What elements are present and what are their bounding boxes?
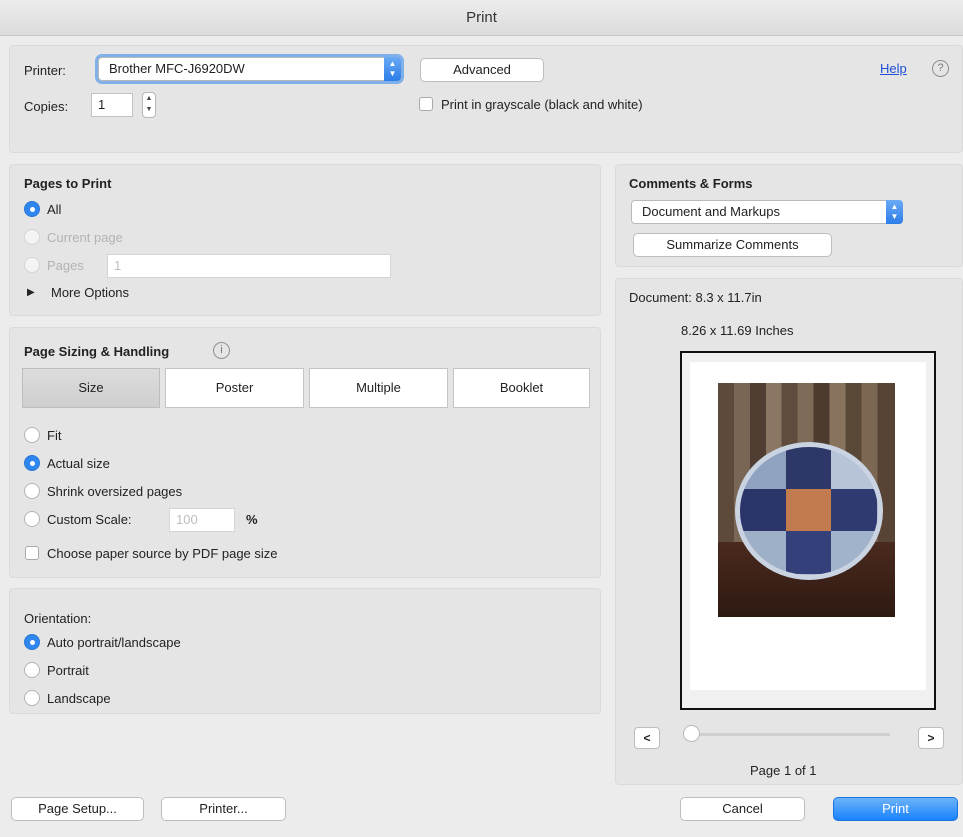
portrait-label: Portrait bbox=[47, 663, 89, 678]
print-button[interactable]: Print bbox=[833, 797, 958, 821]
actual-size-label: Actual size bbox=[47, 456, 110, 471]
disclosure-triangle-icon[interactable]: ▶ bbox=[27, 287, 35, 298]
document-size-label: Document: 8.3 x 11.7in bbox=[629, 290, 762, 305]
printer-select-value: Brother MFC-J6920DW bbox=[109, 61, 245, 76]
tab-booklet[interactable]: Booklet bbox=[453, 368, 590, 408]
orientation-title: Orientation: bbox=[24, 611, 92, 626]
pages-to-print-title: Pages to Print bbox=[24, 176, 112, 191]
comments-title: Comments & Forms bbox=[629, 176, 753, 191]
paper-source-label: Choose paper source by PDF page size bbox=[47, 546, 278, 561]
cancel-button[interactable]: Cancel bbox=[680, 797, 805, 821]
custom-scale-label: Custom Scale: bbox=[47, 512, 132, 527]
custom-scale-radio[interactable] bbox=[24, 511, 40, 527]
custom-scale-field[interactable]: 100 bbox=[169, 508, 235, 532]
comments-select[interactable]: Document and Markups ▲ ▼ bbox=[631, 200, 903, 224]
printer-select[interactable]: Brother MFC-J6920DW ▲ ▼ bbox=[98, 57, 401, 81]
help-circle-icon[interactable]: ? bbox=[932, 60, 949, 77]
tab-multiple[interactable]: Multiple bbox=[309, 368, 448, 408]
popup-arrows-icon: ▲ ▼ bbox=[384, 57, 401, 81]
tab-poster[interactable]: Poster bbox=[165, 368, 304, 408]
page-slider-track[interactable] bbox=[690, 733, 890, 736]
printer-label: Printer: bbox=[24, 63, 66, 78]
copies-stepper-icon[interactable]: ▲ ▼ bbox=[142, 92, 156, 118]
info-icon[interactable]: i bbox=[213, 342, 230, 359]
window-title: Print bbox=[466, 9, 497, 26]
current-page-label: Current page bbox=[47, 230, 123, 245]
auto-orientation-label: Auto portrait/landscape bbox=[47, 635, 181, 650]
printer-button[interactable]: Printer... bbox=[161, 797, 286, 821]
pages-range-field[interactable]: 1 bbox=[107, 254, 391, 278]
pages-range-label: Pages bbox=[47, 258, 84, 273]
page-preview bbox=[680, 351, 936, 710]
copies-field[interactable]: 1 bbox=[91, 93, 133, 117]
fit-radio[interactable] bbox=[24, 427, 40, 443]
page-setup-button[interactable]: Page Setup... bbox=[11, 797, 144, 821]
help-link[interactable]: Help bbox=[880, 61, 907, 76]
portrait-radio[interactable] bbox=[24, 662, 40, 678]
advanced-button[interactable]: Advanced bbox=[420, 58, 544, 82]
landscape-radio[interactable] bbox=[24, 690, 40, 706]
percent-label: % bbox=[246, 512, 258, 527]
current-page-radio[interactable] bbox=[24, 229, 40, 245]
comments-select-value: Document and Markups bbox=[642, 204, 781, 219]
actual-size-radio[interactable] bbox=[24, 455, 40, 471]
tab-size[interactable]: Size bbox=[22, 368, 160, 408]
popup-arrows-icon: ▲ ▼ bbox=[886, 200, 903, 224]
page-sizing-panel bbox=[9, 327, 601, 578]
grayscale-checkbox[interactable] bbox=[419, 97, 433, 111]
paper-source-checkbox[interactable] bbox=[25, 546, 39, 560]
fit-label: Fit bbox=[47, 428, 62, 443]
landscape-label: Landscape bbox=[47, 691, 111, 706]
prev-page-button[interactable]: < bbox=[634, 727, 660, 749]
preview-photo bbox=[718, 383, 895, 617]
shrink-label: Shrink oversized pages bbox=[47, 484, 183, 499]
next-page-button[interactable]: > bbox=[918, 727, 944, 749]
more-options-label[interactable]: More Options bbox=[51, 285, 129, 300]
grayscale-label: Print in grayscale (black and white) bbox=[441, 97, 643, 112]
page-count-label: Page 1 of 1 bbox=[750, 763, 817, 778]
auto-orientation-radio[interactable] bbox=[24, 634, 40, 650]
paper-size-label: 8.26 x 11.69 Inches bbox=[681, 323, 794, 338]
shrink-radio[interactable] bbox=[24, 483, 40, 499]
copies-label: Copies: bbox=[24, 99, 69, 114]
page-sizing-title: Page Sizing & Handling bbox=[24, 344, 170, 359]
summarize-comments-button[interactable]: Summarize Comments bbox=[633, 233, 832, 257]
page-slider-knob[interactable] bbox=[683, 725, 700, 742]
pages-range-radio[interactable] bbox=[24, 257, 40, 273]
preview-page bbox=[690, 362, 926, 690]
pages-all-label: All bbox=[47, 202, 62, 217]
window-titlebar: Print bbox=[0, 0, 963, 36]
pages-all-radio[interactable] bbox=[24, 201, 40, 217]
